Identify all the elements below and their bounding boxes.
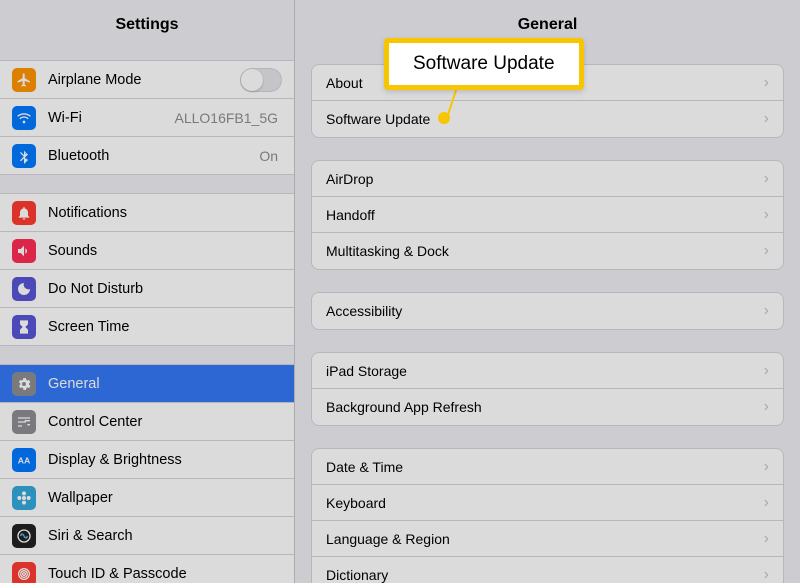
callout-dot: [438, 112, 450, 124]
chevron-right-icon: ›: [764, 530, 769, 548]
sidebar-item-label: Wi-Fi: [48, 110, 174, 126]
main-item-accessibility[interactable]: Accessibility›: [312, 293, 783, 329]
sliders-icon: [12, 410, 36, 434]
sidebar-item-siri-search[interactable]: Siri & Search: [0, 517, 294, 555]
sidebar-item-bluetooth[interactable]: BluetoothOn: [0, 137, 294, 175]
svg-text:AA: AA: [18, 455, 31, 465]
bluetooth-icon: [12, 144, 36, 168]
sidebar-item-label: Bluetooth: [48, 148, 259, 164]
sidebar-item-label: Control Center: [48, 414, 282, 430]
sidebar-item-control-center[interactable]: Control Center: [0, 403, 294, 441]
chevron-right-icon: ›: [764, 458, 769, 476]
main-item-multitasking-dock[interactable]: Multitasking & Dock›: [312, 233, 783, 269]
main-item-label: Keyboard: [326, 495, 764, 511]
settings-sidebar: Settings Airplane ModeWi-FiALLO16FB1_5GB…: [0, 0, 295, 583]
main-item-label: Accessibility: [326, 303, 764, 319]
sidebar-item-label: Display & Brightness: [48, 452, 282, 468]
bell-icon: [12, 201, 36, 225]
main-item-label: Software Update: [326, 111, 764, 127]
sidebar-item-value: On: [259, 148, 278, 164]
sidebar-item-screen-time[interactable]: Screen Time: [0, 308, 294, 346]
main-item-label: AirDrop: [326, 171, 764, 187]
hourglass-icon: [12, 315, 36, 339]
main-item-dictionary[interactable]: Dictionary›: [312, 557, 783, 583]
chevron-right-icon: ›: [764, 74, 769, 92]
sidebar-item-label: General: [48, 376, 282, 392]
sidebar-item-wi-fi[interactable]: Wi-FiALLO16FB1_5G: [0, 99, 294, 137]
touchid-icon: [12, 562, 36, 583]
speaker-icon: [12, 239, 36, 263]
sidebar-item-wallpaper[interactable]: Wallpaper: [0, 479, 294, 517]
main-item-airdrop[interactable]: AirDrop›: [312, 161, 783, 197]
main-item-date-time[interactable]: Date & Time›: [312, 449, 783, 485]
chevron-right-icon: ›: [764, 206, 769, 224]
main-item-language-region[interactable]: Language & Region›: [312, 521, 783, 557]
sidebar-item-display-brightness[interactable]: AA Display & Brightness: [0, 441, 294, 479]
siri-icon: [12, 524, 36, 548]
main-item-keyboard[interactable]: Keyboard›: [312, 485, 783, 521]
main-item-software-update[interactable]: Software Update›: [312, 101, 783, 137]
chevron-right-icon: ›: [764, 494, 769, 512]
gear-icon: [12, 372, 36, 396]
main-item-label: Date & Time: [326, 459, 764, 475]
chevron-right-icon: ›: [764, 302, 769, 320]
sidebar-item-label: Siri & Search: [48, 528, 282, 544]
main-title: General: [295, 0, 800, 42]
sidebar-item-label: Airplane Mode: [48, 72, 240, 88]
main-item-label: Multitasking & Dock: [326, 243, 764, 259]
chevron-right-icon: ›: [764, 110, 769, 128]
sidebar-item-sounds[interactable]: Sounds: [0, 232, 294, 270]
chevron-right-icon: ›: [764, 398, 769, 416]
main-item-ipad-storage[interactable]: iPad Storage›: [312, 353, 783, 389]
sidebar-item-label: Wallpaper: [48, 490, 282, 506]
sidebar-item-label: Screen Time: [48, 319, 282, 335]
sidebar-item-touch-id-passcode[interactable]: Touch ID & Passcode: [0, 555, 294, 583]
wifi-icon: [12, 106, 36, 130]
sidebar-item-value: ALLO16FB1_5G: [174, 110, 278, 126]
sidebar-item-label: Do Not Disturb: [48, 281, 282, 297]
main-item-label: Handoff: [326, 207, 764, 223]
flower-icon: [12, 486, 36, 510]
sidebar-item-label: Touch ID & Passcode: [48, 566, 282, 582]
main-item-label: iPad Storage: [326, 363, 764, 379]
sidebar-item-label: Notifications: [48, 205, 282, 221]
callout-box: Software Update: [384, 38, 584, 90]
chevron-right-icon: ›: [764, 242, 769, 260]
main-item-label: Dictionary: [326, 567, 764, 583]
aa-icon: AA: [12, 448, 36, 472]
sidebar-item-general[interactable]: General: [0, 365, 294, 403]
sidebar-item-do-not-disturb[interactable]: Do Not Disturb: [0, 270, 294, 308]
sidebar-item-notifications[interactable]: Notifications: [0, 194, 294, 232]
main-item-handoff[interactable]: Handoff›: [312, 197, 783, 233]
moon-icon: [12, 277, 36, 301]
chevron-right-icon: ›: [764, 566, 769, 583]
main-item-label: Background App Refresh: [326, 399, 764, 415]
chevron-right-icon: ›: [764, 362, 769, 380]
sidebar-item-airplane-mode[interactable]: Airplane Mode: [0, 61, 294, 99]
main-item-background-app-refresh[interactable]: Background App Refresh›: [312, 389, 783, 425]
chevron-right-icon: ›: [764, 170, 769, 188]
main-item-label: Language & Region: [326, 531, 764, 547]
toggle-switch[interactable]: [240, 68, 282, 92]
sidebar-item-label: Sounds: [48, 243, 282, 259]
sidebar-title: Settings: [0, 0, 294, 42]
airplane-icon: [12, 68, 36, 92]
